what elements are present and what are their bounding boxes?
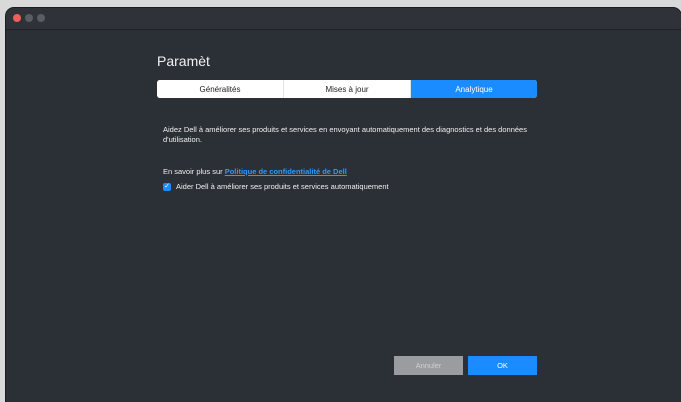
learn-more-line: En savoir plus sur Politique de confiden…: [163, 167, 347, 177]
learn-more-prefix: En savoir plus sur: [163, 167, 223, 176]
privacy-policy-link[interactable]: Politique de confidentialité de Dell: [225, 167, 347, 176]
analytics-consent-label: Aider Dell à améliorer ses produits et s…: [176, 182, 389, 191]
analytics-description: Aidez Dell à améliorer ses produits et s…: [163, 125, 527, 144]
tab-analytics[interactable]: Analytique: [411, 80, 537, 98]
page-title: Paramèt: [157, 53, 210, 69]
analytics-consent-row: ✓ Aider Dell à améliorer ses produits et…: [163, 182, 389, 192]
minimize-window-button[interactable]: [25, 14, 33, 22]
tab-general[interactable]: Généralités: [157, 80, 284, 98]
ok-button[interactable]: OK: [468, 356, 537, 375]
checkmark-icon: ✓: [164, 183, 170, 190]
tab-updates[interactable]: Mises à jour: [284, 80, 411, 98]
settings-tabs: Généralités Mises à jour Analytique: [157, 80, 537, 98]
app-window: Paramèt Généralités Mises à jour Analyti…: [6, 8, 681, 402]
maximize-window-button[interactable]: [37, 14, 45, 22]
cancel-button[interactable]: Annuler: [394, 356, 463, 375]
close-window-button[interactable]: [13, 14, 21, 22]
analytics-consent-checkbox[interactable]: ✓: [163, 183, 171, 191]
title-bar: [6, 8, 681, 30]
